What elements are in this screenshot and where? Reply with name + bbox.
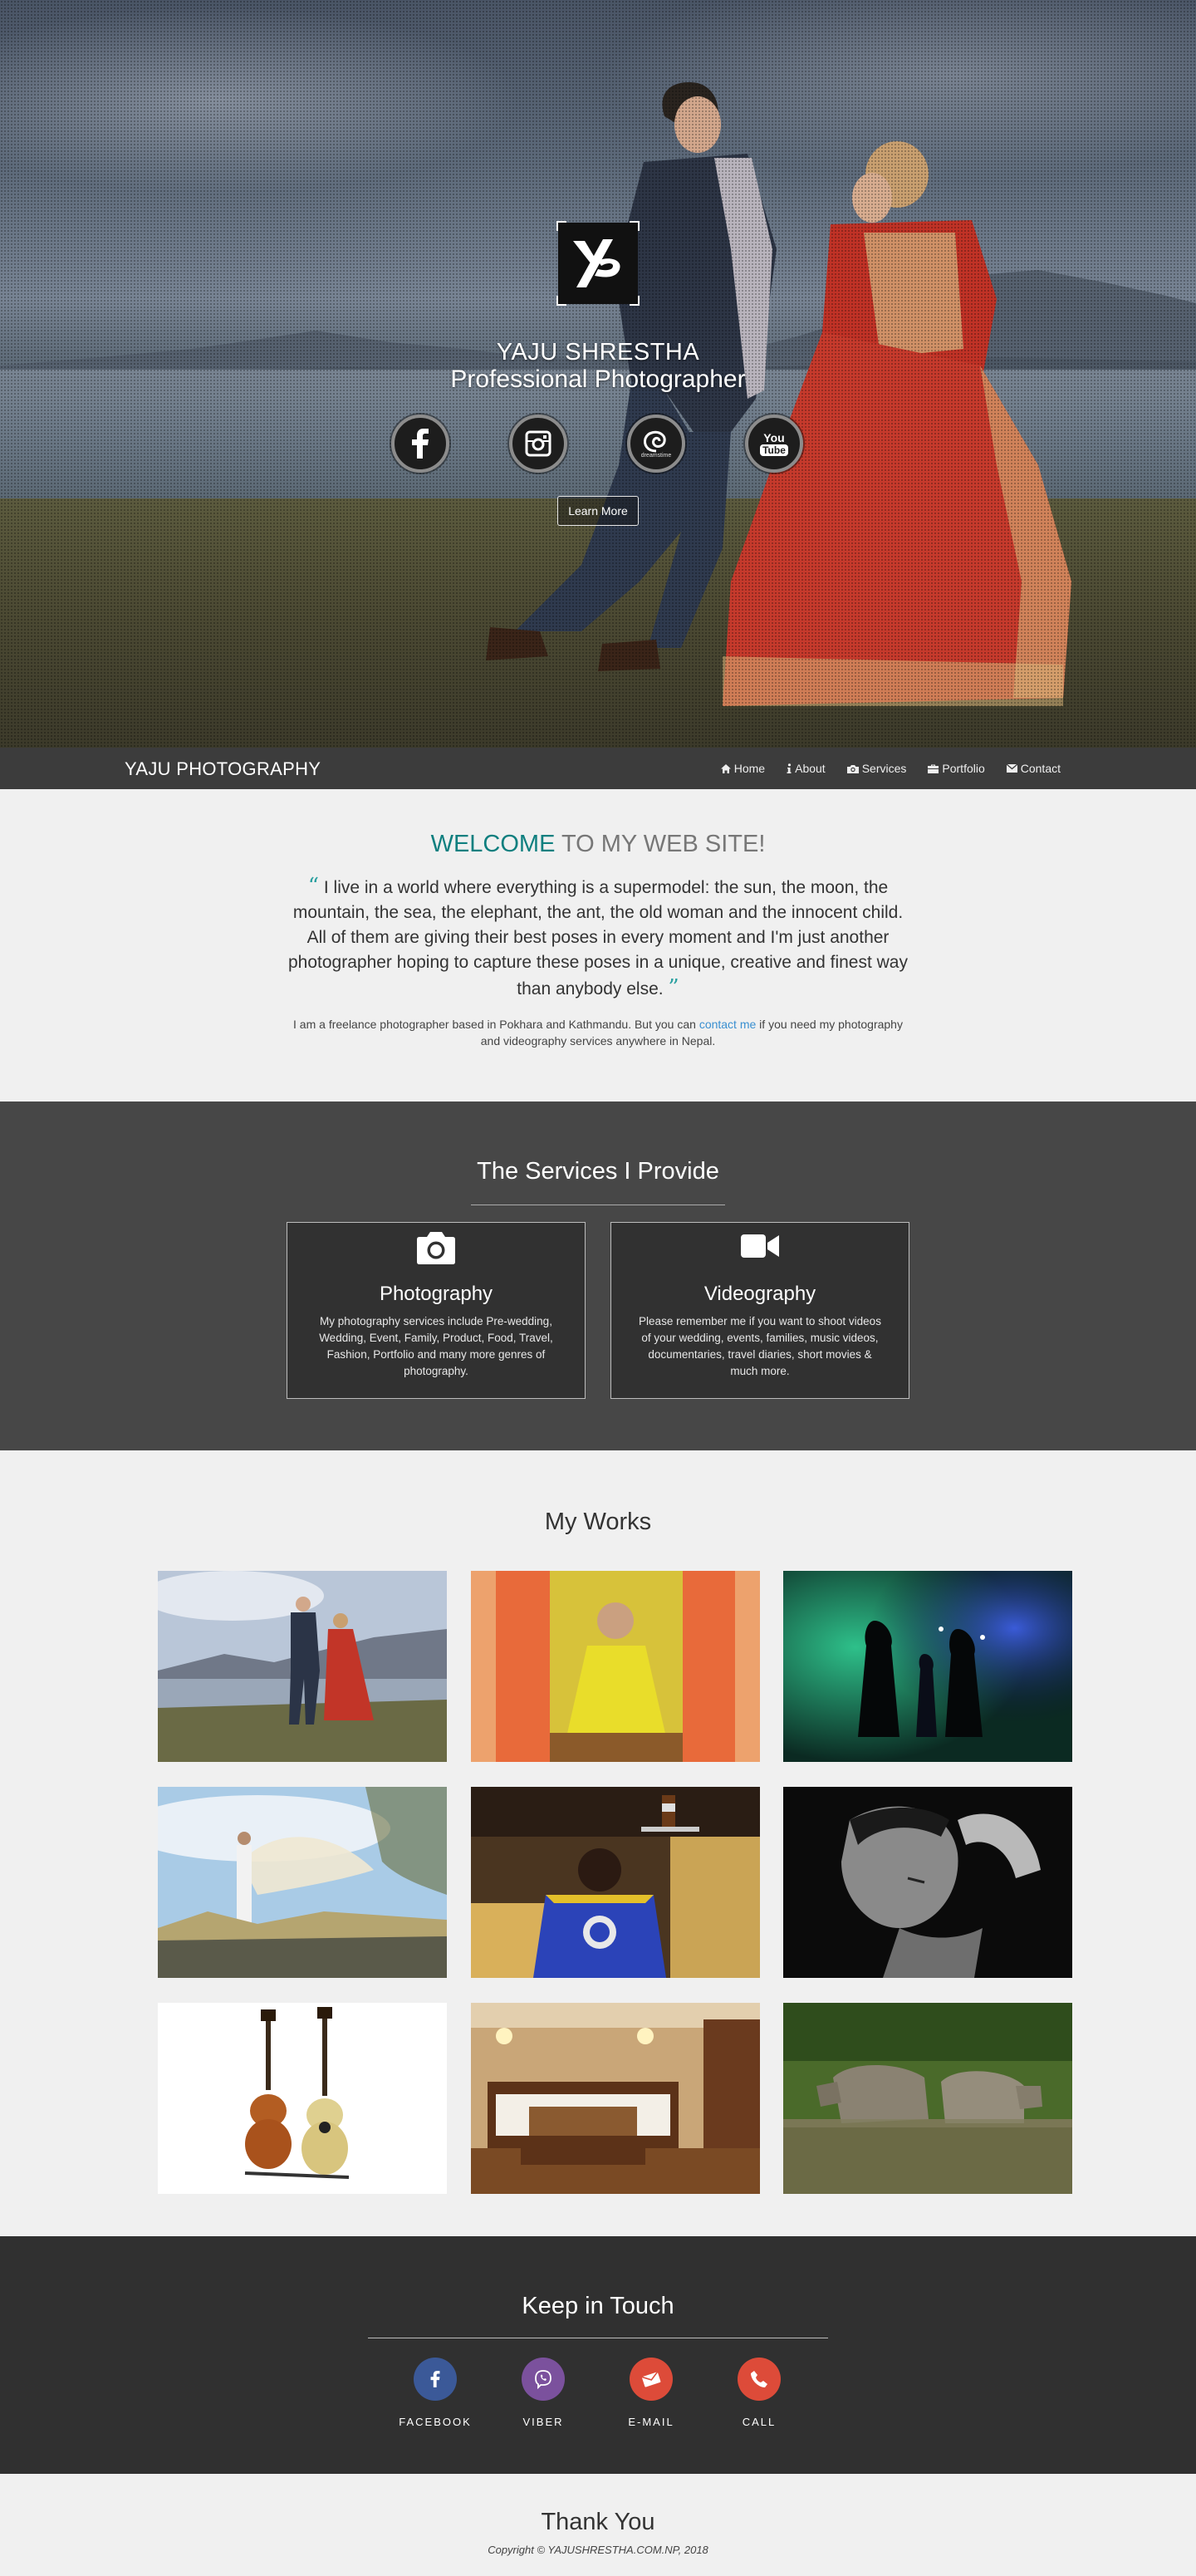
hero-name: YAJU SHRESTHA (496, 339, 700, 366)
nav-menu: Home About Services Portfolio Contact (699, 748, 1061, 789)
contact-label: E-MAIL (628, 2416, 674, 2428)
nav-item-label: Contact (1020, 762, 1061, 775)
contact-facebook[interactable]: FACEBOOK (385, 2358, 485, 2428)
about-text: I am a freelance photographer based in P… (282, 1016, 914, 1049)
portfolio-thumb-hotel-bedroom[interactable] (471, 2003, 760, 2194)
nav-item-label: About (795, 762, 826, 775)
service-description: Please remember me if you want to shoot … (639, 1315, 881, 1377)
contact-email[interactable]: E-MAIL (601, 2358, 701, 2428)
open-quote-icon: “ (307, 874, 320, 899)
quote-text: I live in a world where everything is a … (287, 878, 908, 999)
welcome-title-rest: TO MY WEB SITE! (555, 831, 766, 857)
nav-item-home[interactable]: Home (720, 762, 766, 775)
contact-me-link[interactable]: contact me (699, 1018, 756, 1031)
portfolio-thumb-silhouette-couple-lights[interactable] (783, 1571, 1072, 1762)
camera-icon (417, 1232, 455, 1264)
portfolio-thumb-prewedding-lake-couple[interactable] (158, 1571, 447, 1762)
envelope-icon (1006, 764, 1017, 773)
services-title: The Services I Provide (477, 1158, 719, 1185)
nav-item-contact[interactable]: Contact (1006, 762, 1061, 775)
service-description: My photography services include Pre-wedd… (319, 1315, 553, 1377)
service-card-videography: Videography Please remember me if you wa… (610, 1222, 909, 1399)
viber-icon (522, 2358, 565, 2401)
portfolio-thumb-rhinos-in-water[interactable] (783, 2003, 1072, 2194)
welcome-title-accent: WELCOME (430, 831, 556, 857)
nav-item-portfolio[interactable]: Portfolio (928, 762, 985, 775)
dreamstime-link[interactable]: dreamstime (627, 415, 685, 473)
portfolio-thumb-waiter-serving-glasses[interactable] (471, 1787, 760, 1978)
phone-icon (738, 2358, 781, 2401)
nav-item-services[interactable]: Services (846, 762, 907, 775)
contact-label: CALL (742, 2416, 777, 2428)
info-icon (787, 763, 792, 773)
hero-subtitle: Professional Photographer (450, 366, 746, 393)
welcome-quote: “ I live in a world where everything is … (284, 874, 912, 1002)
contact-label: VIBER (522, 2416, 564, 2428)
nav-item-label: Portfolio (942, 762, 985, 775)
about-text-start: I am a freelance photographer based in P… (293, 1018, 699, 1031)
footer-copyright: Copyright © YAJUSHRESTHA.COM.NP, 2018 (488, 2544, 708, 2556)
service-title: Videography (703, 1283, 816, 1305)
facebook-icon (414, 2358, 457, 2401)
welcome-section: WELCOME TO MY WEB SITE! “ I live in a wo… (0, 789, 1196, 1102)
briefcase-icon (928, 764, 939, 773)
home-icon (720, 763, 731, 773)
video-camera-icon (741, 1234, 779, 1258)
camera-icon (846, 764, 859, 773)
portfolio-thumb-woman-black-and-white[interactable] (783, 1787, 1072, 1978)
facebook-link[interactable] (391, 415, 449, 473)
portfolio-thumb-smiling-woman-yellow[interactable] (471, 1571, 760, 1762)
nav-item-label: Services (861, 762, 907, 775)
learn-more-button[interactable]: Learn More (557, 496, 639, 526)
instagram-link[interactable] (509, 415, 567, 473)
contact-viber[interactable]: VIBER (493, 2358, 593, 2428)
yp-monogram-logo[interactable] (556, 221, 640, 306)
hero-section: YAJU SHRESTHA Professional Photographer … (0, 0, 1196, 748)
contact-title: Keep in Touch (522, 2293, 674, 2319)
footer-thanks: Thank You (541, 2509, 655, 2535)
welcome-title: WELCOME TO MY WEB SITE! (0, 831, 1196, 858)
close-quote-icon: ” (668, 975, 679, 1000)
works-section: My Works (0, 1450, 1196, 2236)
instagram-icon (525, 430, 551, 457)
contact-section: Keep in Touch FACEBOOK VIBER E-MAIL CALL (0, 2236, 1196, 2474)
navbar: YAJU PHOTOGRAPHY Home About Services Por… (0, 748, 1196, 789)
nav-item-label: Home (733, 762, 766, 775)
contact-label: FACEBOOK (399, 2416, 472, 2428)
works-title: My Works (544, 1509, 652, 1535)
youtube-icon: You Tube (760, 432, 788, 456)
email-icon (630, 2358, 673, 2401)
youtube-link[interactable]: You Tube (745, 415, 803, 473)
dreamstime-icon (644, 430, 666, 452)
portfolio-thumb-woman-white-veil[interactable] (158, 1787, 447, 1978)
contact-call[interactable]: CALL (709, 2358, 809, 2428)
services-section: The Services I Provide Photography My ph… (0, 1102, 1196, 1450)
service-title: Photography (379, 1283, 493, 1305)
service-card-photography: Photography My photography services incl… (287, 1222, 586, 1399)
facebook-icon (412, 429, 429, 459)
dreamstime-label: dreamstime (640, 452, 672, 459)
navbar-brand[interactable]: YAJU PHOTOGRAPHY (125, 758, 321, 780)
footer: Thank You Copyright © YAJUSHRESTHA.COM.N… (0, 2474, 1196, 2576)
portfolio-thumb-two-guitars[interactable] (158, 2003, 447, 2194)
nav-item-about[interactable]: About (787, 762, 826, 775)
